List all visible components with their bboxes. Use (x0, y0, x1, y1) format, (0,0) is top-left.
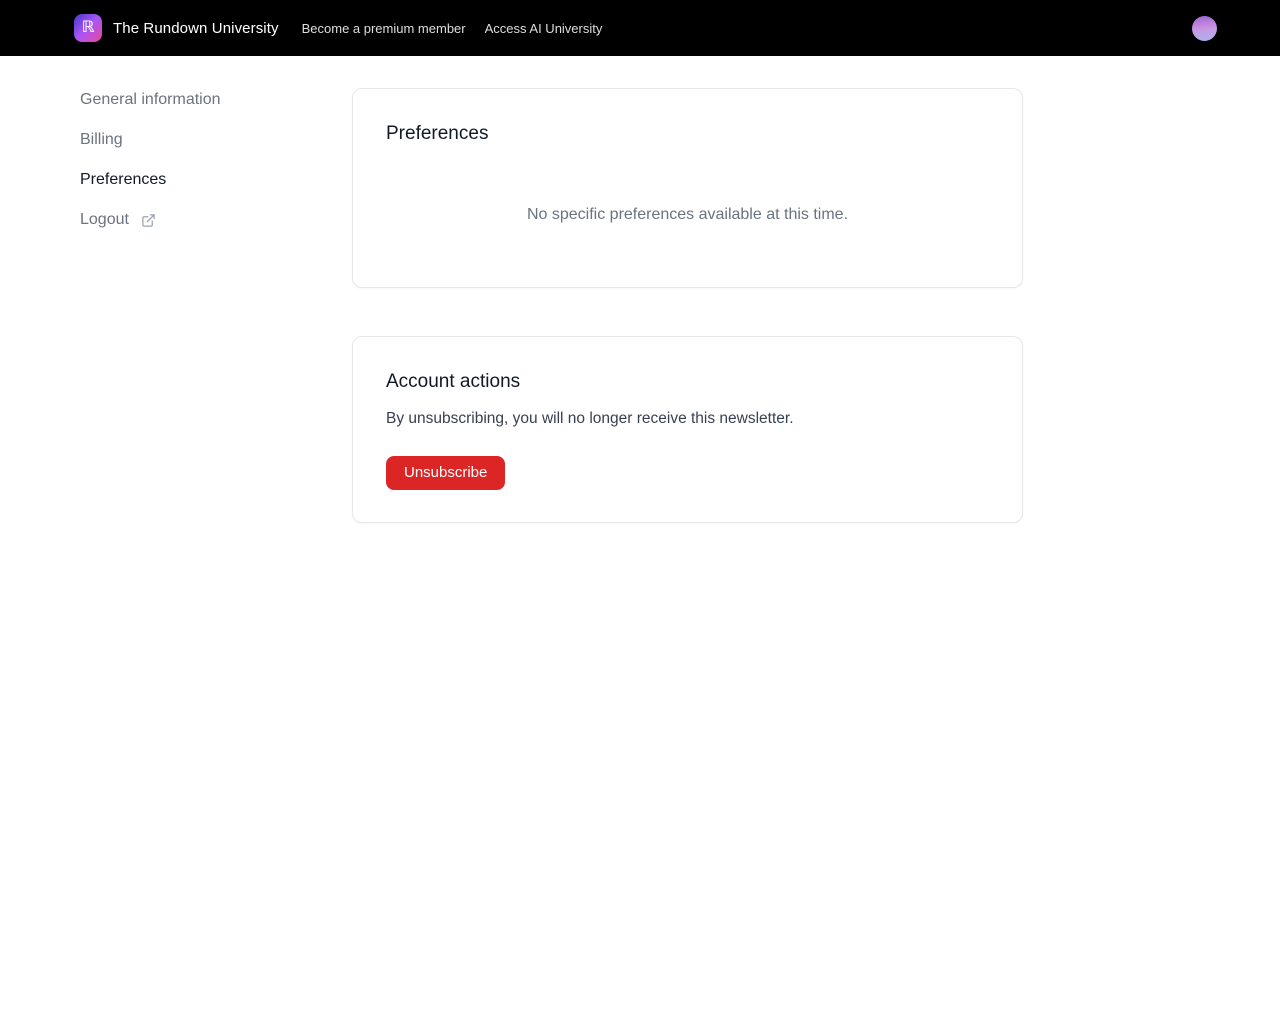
main-content: Preferences No specific preferences avai… (352, 80, 1023, 524)
preferences-card-title: Preferences (386, 123, 489, 144)
brand[interactable]: ℝ The Rundown University (74, 14, 279, 42)
navbar-links: Become a premium member Access AI Univer… (302, 21, 603, 36)
unsubscribe-description: By unsubscribing, you will no longer rec… (386, 410, 794, 428)
sidebar-item-general-information[interactable]: General information (80, 80, 320, 120)
sidebar-item-preferences[interactable]: Preferences (80, 160, 320, 200)
top-navbar: ℝ The Rundown University Become a premiu… (0, 0, 1280, 56)
brand-title: The Rundown University (113, 19, 279, 37)
preferences-empty-message: No specific preferences available at thi… (526, 205, 849, 223)
user-avatar[interactable] (1192, 15, 1217, 41)
sidebar-item-label: Logout (80, 211, 129, 228)
account-actions-title: Account actions (386, 371, 521, 393)
sidebar-item-billing[interactable]: Billing (80, 120, 320, 160)
page-layout: General information Billing Preferences … (0, 56, 1280, 524)
unsubscribe-button[interactable]: Unsubscribe (386, 455, 506, 491)
logo-glyph: ℝ (81, 17, 95, 36)
account-actions-card: Account actions By unsubscribing, you wi… (352, 336, 1023, 524)
external-link-icon (141, 213, 156, 228)
nav-link-premium[interactable]: Become a premium member (302, 21, 466, 36)
sidebar: General information Billing Preferences … (80, 80, 320, 523)
rundown-logo-icon: ℝ (74, 14, 102, 42)
preferences-card: Preferences No specific preferences avai… (352, 88, 1023, 289)
nav-link-ai-university[interactable]: Access AI University (485, 21, 603, 36)
sidebar-item-logout[interactable]: Logout (80, 200, 320, 240)
